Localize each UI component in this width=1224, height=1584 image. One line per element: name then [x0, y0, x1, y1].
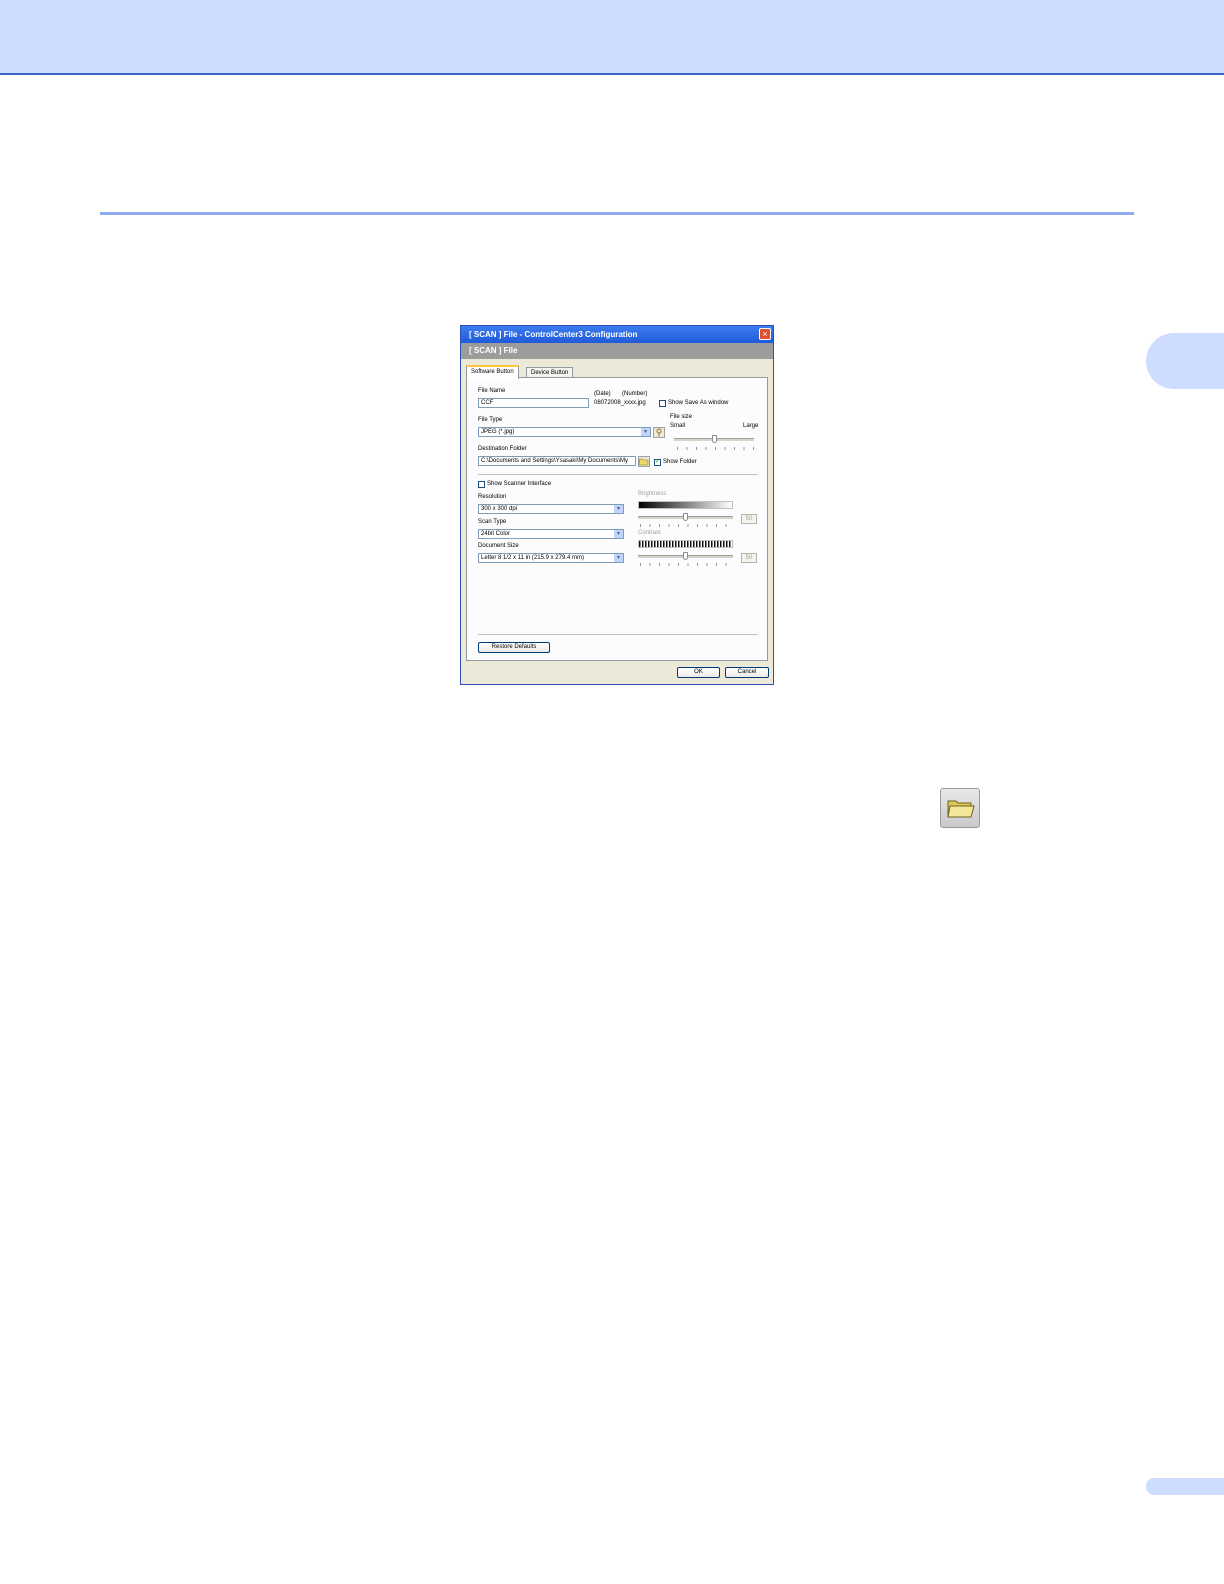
file-name-example: 08072008_xxxx.jpg — [594, 400, 646, 406]
scan-type-label: Scan Type — [478, 519, 507, 525]
file-type-label: File Type — [478, 417, 503, 423]
contrast-label: Contrast — [638, 530, 661, 536]
brightness-gradient — [638, 501, 733, 509]
contrast-pattern — [638, 540, 733, 548]
dialog-title: [ SCAN ] File - ControlCenter3 Configura… — [469, 330, 638, 339]
restore-defaults-button[interactable]: Restore Defaults — [478, 642, 550, 653]
file-size-large-label: Large — [743, 423, 759, 429]
ok-button[interactable]: OK — [677, 667, 720, 678]
file-size-small-label: Small — [670, 423, 686, 429]
key-icon — [656, 428, 662, 437]
dialog-header: [ SCAN ] File — [461, 343, 773, 359]
destination-folder-label: Destination Folder — [478, 446, 527, 452]
file-size-ticks — [677, 447, 755, 450]
number-label: (Number) — [622, 391, 648, 397]
page-header-band — [0, 0, 1224, 75]
chapter-tab — [1146, 333, 1224, 389]
chevron-down-icon: ▾ — [613, 530, 623, 538]
section-divider — [100, 212, 1134, 215]
contrast-slider-thumb[interactable] — [683, 552, 688, 560]
chevron-down-icon: ▾ — [613, 505, 623, 513]
contrast-value[interactable]: 50 — [741, 553, 757, 563]
close-button[interactable]: × — [759, 328, 771, 340]
page-number-tab — [1146, 1478, 1224, 1495]
resolution-label: Resolution — [478, 494, 507, 500]
file-size-label: File size — [670, 414, 693, 420]
file-name-input[interactable]: CCF — [478, 398, 589, 408]
file-type-settings-button[interactable] — [653, 427, 665, 438]
folder-open-icon-graphic — [947, 800, 975, 818]
resolution-value: 300 x 300 dpi — [481, 506, 518, 512]
brightness-value[interactable]: 50 — [741, 514, 757, 524]
show-scanner-interface-label: Show Scanner Interface — [487, 481, 552, 487]
show-folder-label: Show Folder — [663, 459, 697, 465]
file-size-slider-thumb[interactable] — [712, 435, 717, 443]
document-size-value: Letter 8 1/2 x 11 in (215.9 x 279.4 mm) — [481, 555, 584, 561]
cancel-button[interactable]: Cancel — [725, 667, 769, 678]
resolution-select[interactable]: 300 x 300 dpi ▾ — [478, 504, 624, 514]
file-type-select[interactable]: JPEG (*.jpg) ▾ — [478, 427, 651, 437]
date-label: (Date) — [594, 391, 611, 397]
show-save-as-label: Show Save As window — [668, 400, 729, 406]
file-type-value: JPEG (*.jpg) — [481, 429, 515, 435]
contrast-ticks — [640, 563, 733, 566]
scan-type-value: 24bit Color — [481, 531, 511, 537]
show-scanner-interface-checkbox[interactable] — [478, 481, 485, 488]
dialog-titlebar: [ SCAN ] File - ControlCenter3 Configura… — [461, 326, 773, 343]
browse-folder-button[interactable] — [638, 456, 650, 467]
document-size-label: Document Size — [478, 543, 519, 549]
chevron-down-icon: ▾ — [640, 428, 650, 436]
brightness-label: Brightness — [638, 491, 667, 497]
folder-open-icon — [940, 788, 980, 828]
chevron-down-icon: ▾ — [613, 554, 623, 562]
document-size-select[interactable]: Letter 8 1/2 x 11 in (215.9 x 279.4 mm) … — [478, 553, 624, 563]
folder-open-icon — [639, 458, 649, 466]
brightness-ticks — [640, 524, 733, 527]
destination-folder-input[interactable]: C:\Documents and Settings\Ysasaki\My Doc… — [478, 456, 636, 466]
brightness-slider-thumb[interactable] — [683, 513, 688, 521]
scan-type-select[interactable]: 24bit Color ▾ — [478, 529, 624, 539]
show-folder-checkbox[interactable]: ✓ — [654, 459, 661, 466]
show-save-as-checkbox[interactable] — [659, 400, 666, 407]
file-name-label: File Name — [478, 388, 506, 394]
configuration-dialog: [ SCAN ] File - ControlCenter3 Configura… — [460, 325, 774, 685]
tab-software-button[interactable]: Software Button — [466, 365, 519, 379]
tab-panel: File Name CCF (Date) (Number) 08072008_x… — [466, 377, 768, 661]
section-separator — [478, 474, 758, 475]
footer-separator — [478, 634, 758, 635]
